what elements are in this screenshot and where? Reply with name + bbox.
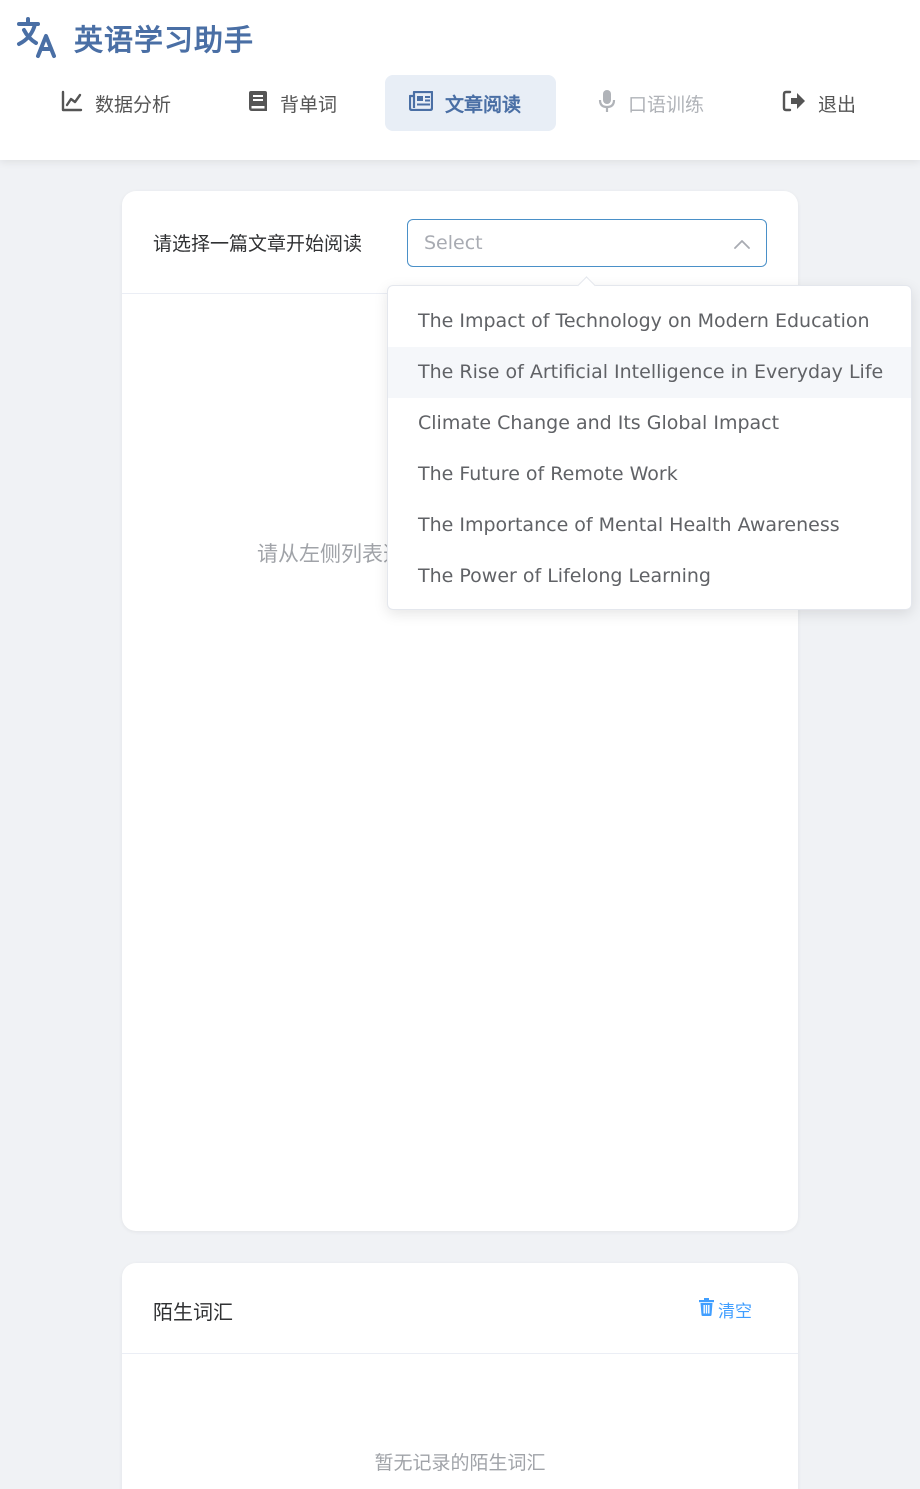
nav-item-logout[interactable]: 退出 <box>758 75 880 131</box>
nav-label: 退出 <box>818 93 857 116</box>
dropdown-option[interactable]: The Rise of Artificial Intelligence in E… <box>388 347 911 398</box>
app-header: 英语学习助手 数据分析 背单词 文章阅读 口语训练 退出 <box>0 0 920 160</box>
chart-line-icon <box>61 90 83 117</box>
logout-icon <box>782 90 806 117</box>
chevron-up-icon <box>734 234 750 253</box>
microphone-icon <box>598 89 616 118</box>
dropdown-option[interactable]: Climate Change and Its Global Impact <box>388 398 911 449</box>
app-title: 英语学习助手 <box>74 23 255 57</box>
book-icon <box>248 90 268 117</box>
nav-item-vocabulary[interactable]: 背单词 <box>224 75 361 131</box>
nav-item-article-reading[interactable]: 文章阅读 <box>385 75 556 131</box>
main-nav: 数据分析 背单词 文章阅读 口语训练 退出 <box>0 75 920 131</box>
nav-label: 口语训练 <box>628 93 705 116</box>
article-select[interactable]: Select <box>407 219 767 267</box>
select-placeholder: Select <box>424 232 483 254</box>
vocabulary-title: 陌生词汇 <box>153 1300 233 1324</box>
vocabulary-card: 陌生词汇 清空 暂无记录的陌生词汇 <box>122 1263 798 1489</box>
translate-icon <box>16 16 60 60</box>
dropdown-option[interactable]: The Importance of Mental Health Awarenes… <box>388 500 911 551</box>
dropdown-option[interactable]: The Power of Lifelong Learning <box>388 551 911 602</box>
article-select-row: 请选择一篇文章开始阅读 Select <box>122 191 798 294</box>
nav-item-data-analysis[interactable]: 数据分析 <box>37 75 195 131</box>
vocabulary-empty-text: 暂无记录的陌生词汇 <box>374 1452 546 1474</box>
clear-button[interactable]: 清空 <box>698 1297 752 1322</box>
clear-label: 清空 <box>718 1302 752 1322</box>
trash-icon <box>698 1298 715 1321</box>
nav-item-speaking[interactable]: 口语训练 <box>574 75 728 131</box>
dropdown-option[interactable]: The Future of Remote Work <box>388 449 911 500</box>
nav-label: 数据分析 <box>95 93 172 116</box>
article-dropdown: The Impact of Technology on Modern Educa… <box>387 285 912 610</box>
nav-label: 背单词 <box>280 93 338 116</box>
dropdown-option[interactable]: The Impact of Technology on Modern Educa… <box>388 296 911 347</box>
brand: 英语学习助手 <box>16 16 254 60</box>
vocabulary-header: 陌生词汇 清空 <box>122 1263 798 1354</box>
select-label: 请选择一篇文章开始阅读 <box>153 233 363 255</box>
nav-label: 文章阅读 <box>445 93 522 116</box>
newspaper-icon <box>408 90 434 116</box>
